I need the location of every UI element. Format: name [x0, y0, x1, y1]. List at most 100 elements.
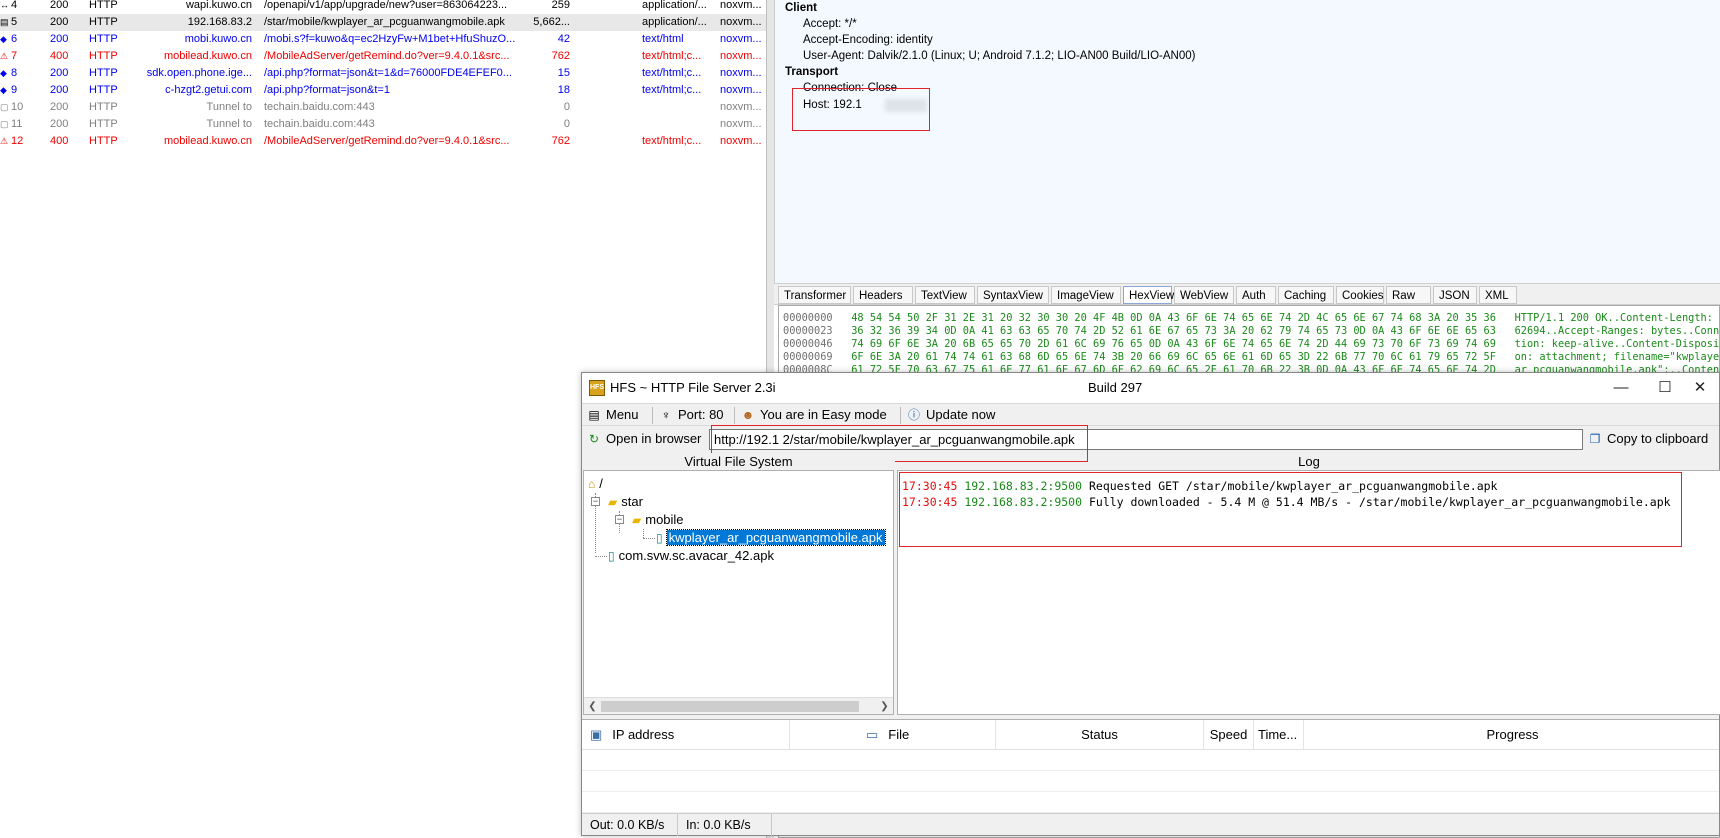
tab-hexview[interactable]: HexView — [1123, 286, 1174, 304]
copy-to-clipboard-button[interactable]: ❐ Copy to clipboard — [1587, 428, 1709, 450]
collapse-star-toggle[interactable]: − — [591, 497, 600, 506]
scroll-thumb[interactable] — [601, 701, 859, 712]
session-number: 10 — [11, 101, 24, 113]
toolbar-separator — [900, 407, 901, 424]
session-content-type: application/... — [642, 0, 707, 11]
hex-bytes: 74 69 6F 6E 3A 20 6B 65 65 70 2D 61 6C 6… — [851, 338, 1496, 350]
tab-syntaxview[interactable]: SyntaxView — [977, 286, 1049, 304]
vfs-folder-mobile[interactable]: ▰ mobile — [632, 510, 684, 529]
column-file[interactable]: ▭ File — [790, 720, 996, 750]
session-url: /MobileAdServer/getRemind.do?ver=9.4.0.1… — [264, 135, 510, 147]
menu-button[interactable]: ▤ Menu — [586, 404, 638, 426]
folder-icon: ▰ — [632, 513, 642, 527]
log-highlight-box — [899, 472, 1682, 547]
session-url: /openapi/v1/app/upgrade/new?user=8630642… — [264, 0, 508, 11]
session-icon: ↔ — [0, 0, 9, 10]
response-inspector-tabs[interactable]: Transformer Headers TextView SyntaxView Imag… — [774, 283, 1720, 305]
hex-offset: 00000023 — [783, 325, 833, 337]
tab-auth[interactable]: Auth — [1236, 286, 1276, 304]
connections-header: ▣ IP address ▭ File Status Speed Time... P… — [582, 720, 1719, 750]
header-accept-encoding: Accept-Encoding: identity — [803, 34, 933, 46]
scroll-left-icon[interactable]: ❮ — [585, 699, 600, 714]
session-result: 400 — [50, 135, 69, 147]
minimize-button[interactable]: — — [1603, 377, 1639, 399]
column-time[interactable]: Time... — [1254, 720, 1304, 750]
tab-headers[interactable]: Headers — [853, 286, 913, 304]
column-progress[interactable]: Progress — [1304, 720, 1720, 750]
session-host: Tunnel to — [206, 118, 252, 130]
hfs-window: HFS HFS ~ HTTP File Server 2.3i Build 29… — [581, 372, 1720, 836]
connections-list[interactable]: ▣ IP address ▭ File Status Speed Time... P… — [582, 719, 1719, 815]
column-status[interactable]: Status — [996, 720, 1204, 750]
update-now-button[interactable]: ⓘ Update now — [906, 404, 995, 426]
vfs-file-avacar[interactable]: ▯ com.svw.sc.avacar_42.apk — [608, 546, 774, 565]
hex-bytes: 6F 6E 3A 20 61 74 74 61 63 68 6D 65 6E 7… — [851, 351, 1496, 363]
session-row[interactable]: ⚠ 12 400 HTTP mobilead.kuwo.cn/MobileAdServe… — [0, 133, 766, 150]
session-row[interactable]: ▤ 5 200 HTTP 192.168.83.2/star/mobile/kwplay… — [0, 14, 766, 31]
tab-cookies[interactable]: Cookies — [1336, 286, 1384, 304]
session-row[interactable]: ↔ 4 200 HTTP wapi.kuwo.cn/openapi/v1/app/upg… — [0, 0, 766, 14]
tab-raw[interactable]: Raw — [1386, 286, 1431, 304]
session-host: wapi.kuwo.cn — [185, 0, 252, 11]
vfs-folder-star[interactable]: ▰ star — [608, 492, 643, 511]
folder-icon: ▰ — [608, 495, 618, 509]
column-speed[interactable]: Speed — [1204, 720, 1254, 750]
easy-mode-button[interactable]: ☻ You are in Easy mode — [740, 404, 887, 426]
tab-webview[interactable]: WebView — [1174, 286, 1234, 304]
session-host: mobilead.kuwo.cn — [163, 135, 252, 147]
session-process: noxvm... — [720, 0, 762, 11]
session-body-size: 5,662... — [533, 16, 570, 28]
network-icon: ▣ — [590, 727, 603, 742]
hex-offset: 00000000 — [783, 312, 833, 324]
hex-bytes: 48 54 54 50 2F 31 2E 31 20 32 30 30 20 4… — [851, 312, 1496, 324]
session-result: 200 — [50, 0, 69, 11]
session-body-size: 0 — [563, 101, 570, 113]
session-row[interactable]: ◆ 8 200 HTTP sdk.open.phone.ige.../api.php?f… — [0, 65, 766, 82]
session-url: /MobileAdServer/getRemind.do?ver=9.4.0.1… — [264, 50, 510, 62]
session-process: noxvm... — [720, 33, 762, 45]
close-button[interactable]: ✕ — [1682, 377, 1718, 399]
info-icon: ⓘ — [907, 408, 920, 422]
tab-caching[interactable]: Caching — [1278, 286, 1334, 304]
tab-xml[interactable]: XML — [1479, 286, 1517, 304]
log-header: Log — [1298, 454, 1320, 469]
tab-json[interactable]: JSON — [1433, 286, 1477, 304]
hex-ascii: tion: keep-alive..Content-Dispositi — [1514, 338, 1720, 350]
hfs-toolbar: ▤ Menu ♆ Port: 80 ☻ You are in Easy mode ⓘ U… — [582, 403, 1719, 426]
tab-imageview[interactable]: ImageView — [1051, 286, 1121, 304]
session-row[interactable]: ◆ 9 200 HTTP c-hzgt2.getui.com/api.php?forma… — [0, 82, 766, 99]
vfs-horizontal-scrollbar[interactable]: ❮ ❯ — [584, 697, 893, 714]
session-row[interactable]: ◆ 6 200 HTTP mobi.kuwo.cn/mobi.s?f=kuwo&q=ec… — [0, 31, 766, 48]
maximize-button[interactable]: ☐ — [1647, 377, 1683, 399]
connection-row — [582, 793, 1719, 813]
port-button[interactable]: ♆ Port: 80 — [658, 404, 724, 426]
session-number: 9 — [11, 84, 18, 96]
hex-bytes: 36 32 36 39 34 0D 0A 41 63 63 65 70 74 2… — [851, 325, 1496, 337]
tree-connector — [643, 529, 644, 538]
status-in-speed: In: 0.0 KB/s — [678, 814, 772, 836]
hex-ascii: HTTP/1.1 200 OK..Content-Length: 56 — [1514, 312, 1720, 324]
session-icon: ◆ — [0, 34, 7, 44]
file-icon: ▯ — [608, 549, 615, 563]
status-out-speed: Out: 0.0 KB/s — [582, 814, 678, 836]
session-row[interactable]: ▢ 11 200 HTTP Tunnel to techain.baidu.com:443… — [0, 116, 766, 133]
session-body-size: 42 — [557, 33, 570, 45]
session-process: noxvm... — [720, 101, 762, 113]
virtual-file-system-tree[interactable]: ⌂ / − ▰ star − ▰ mobile ▯ kwplayer_ar_pcguan… — [583, 470, 894, 715]
session-body-size: 762 — [551, 50, 570, 62]
open-in-browser-button[interactable]: ↻ Open in browser — [586, 428, 701, 450]
tab-transformer[interactable]: Transformer — [778, 286, 851, 304]
session-row[interactable]: ⚠ 7 400 HTTP mobilead.kuwo.cn/MobileAdServer… — [0, 48, 766, 65]
url-bar: ↻ Open in browser http://192.1 2/star/mob… — [582, 425, 1719, 462]
host-highlight-box — [792, 88, 930, 131]
session-icon: ▢ — [0, 102, 9, 112]
vfs-file-kwplayer[interactable]: ▯ kwplayer_ar_pcguanwangmobile.apk — [656, 528, 886, 547]
session-icon: ⚠ — [0, 136, 9, 146]
collapse-mobile-toggle[interactable]: − — [615, 515, 624, 524]
vfs-root[interactable]: ⌂ / — [588, 474, 603, 493]
hfs-title-bar[interactable]: HFS HFS ~ HTTP File Server 2.3i Build 29… — [582, 373, 1719, 403]
scroll-right-icon[interactable]: ❯ — [877, 699, 892, 714]
tab-textview[interactable]: TextView — [915, 286, 975, 304]
session-row[interactable]: ▢ 10 200 HTTP Tunnel to techain.baidu.com:443… — [0, 99, 766, 116]
column-ip-address[interactable]: ▣ IP address — [582, 720, 790, 750]
